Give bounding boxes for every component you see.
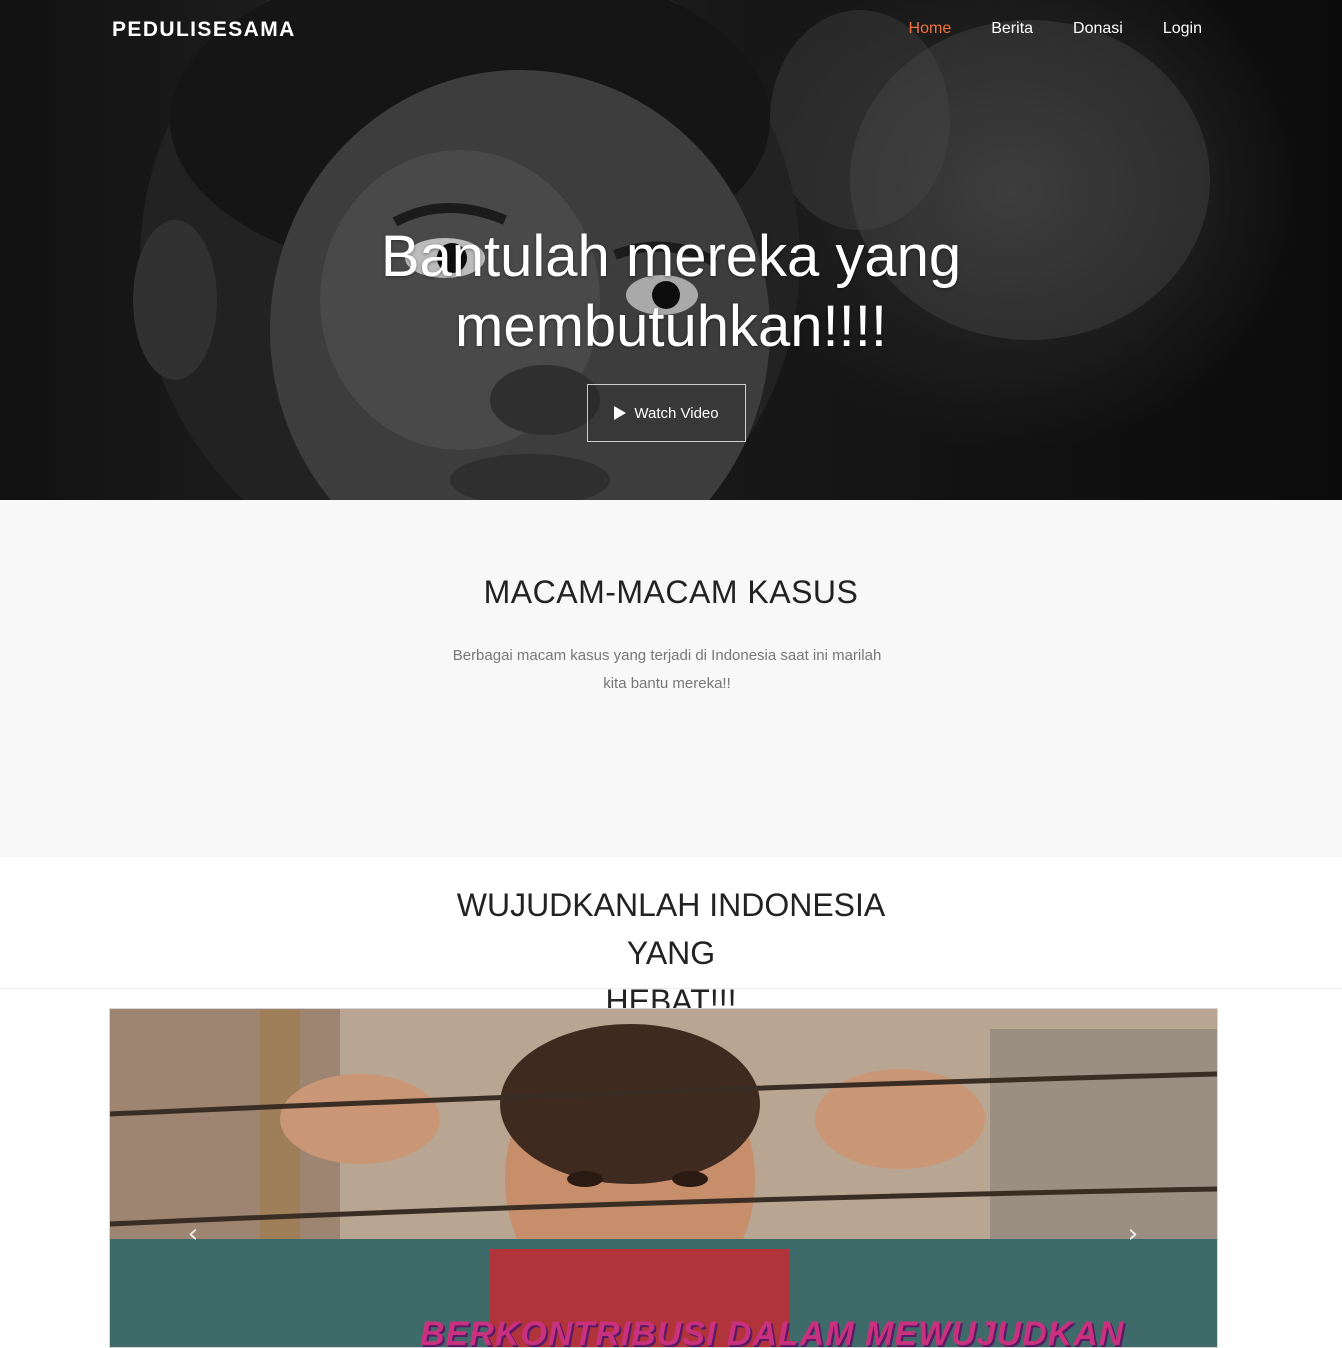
hebat-section: WUJUDKANLAH INDONESIA YANG HEBAT!!! bbox=[0, 857, 1342, 1019]
play-icon bbox=[614, 406, 627, 420]
nav-link-home[interactable]: Home bbox=[909, 20, 952, 38]
carousel-slide-image bbox=[110, 1009, 1217, 1347]
hero-title: Bantulah mereka yang membutuhkan!!!! bbox=[0, 222, 1342, 362]
nav-link-berita[interactable]: Berita bbox=[991, 20, 1033, 38]
image-carousel[interactable]: ‹ › BERKONTRIBUSI DALAM MEWUJUDKAN bbox=[109, 1008, 1218, 1348]
cases-description: Berbagai macam kasus yang terjadi di Ind… bbox=[431, 642, 903, 698]
carousel-caption: BERKONTRIBUSI DALAM MEWUJUDKAN bbox=[420, 1315, 1125, 1348]
hebat-title: WUJUDKANLAH INDONESIA YANG HEBAT!!! bbox=[421, 881, 921, 1025]
carousel-next-arrow[interactable]: › bbox=[1118, 1219, 1148, 1249]
cases-desc-line1: Berbagai macam kasus yang terjadi di Ind… bbox=[452, 647, 882, 664]
nav-link-login[interactable]: Login bbox=[1163, 20, 1202, 38]
carousel-prev-arrow[interactable]: ‹ bbox=[178, 1219, 208, 1249]
hero-title-line1: Bantulah mereka yang bbox=[380, 224, 962, 289]
watch-video-label: Watch Video bbox=[634, 404, 719, 422]
hebat-title-line1: WUJUDKANLAH INDONESIA YANG bbox=[456, 887, 886, 971]
cases-section: MACAM-MACAM KASUS Berbagai macam kasus y… bbox=[0, 500, 1342, 857]
hero-title-line2: membutuhkan!!!! bbox=[455, 294, 887, 359]
navbar: PEDULISESAMA Home Berita Donasi Login bbox=[0, 0, 1342, 64]
nav-links: Home Berita Donasi Login bbox=[909, 20, 1202, 38]
brand-logo[interactable]: PEDULISESAMA bbox=[112, 18, 296, 42]
chevron-left-icon: ‹ bbox=[187, 1219, 199, 1249]
nav-link-donasi[interactable]: Donasi bbox=[1073, 20, 1123, 38]
cases-desc-line2: kita bantu mereka!! bbox=[603, 675, 731, 692]
cases-title: MACAM-MACAM KASUS bbox=[483, 574, 859, 610]
chevron-right-icon: › bbox=[1127, 1219, 1139, 1249]
hero-section: PEDULISESAMA Home Berita Donasi Login Ba… bbox=[0, 0, 1342, 500]
watch-video-button[interactable]: Watch Video bbox=[587, 384, 746, 442]
